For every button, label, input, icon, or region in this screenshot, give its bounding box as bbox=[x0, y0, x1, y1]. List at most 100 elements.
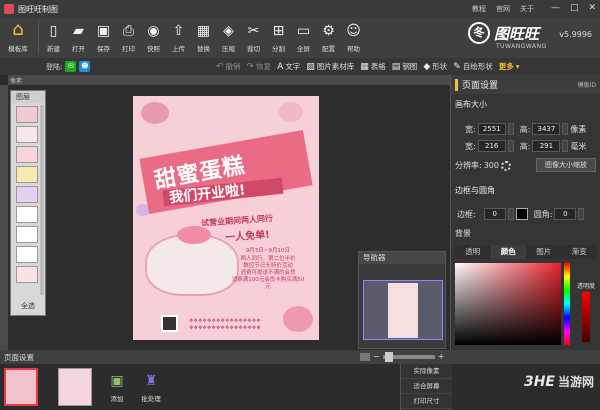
radius-stepper[interactable] bbox=[578, 208, 585, 220]
layers-scrollbar[interactable] bbox=[40, 105, 44, 295]
minimize-button[interactable]: — bbox=[551, 3, 560, 13]
template-library-button[interactable]: ⌂ 模板库 bbox=[0, 18, 36, 56]
page-thumbnail[interactable] bbox=[58, 368, 92, 406]
edit-tool-6[interactable]: ◆ 形状 bbox=[423, 61, 447, 72]
tab-gradient[interactable]: 渐变 bbox=[561, 245, 597, 259]
info-line[interactable]: 两人同行，第二位半价 bbox=[231, 256, 305, 263]
layer-item[interactable] bbox=[16, 106, 38, 123]
toolbar-button-printer[interactable]: ⎙ 打印 bbox=[116, 18, 141, 56]
qq-login-icon[interactable]: ☻ bbox=[79, 61, 91, 72]
poster-footer[interactable]: ❖❖❖❖❖❖❖❖❖❖❖❖❖❖❖❖ ❖❖❖❖❖❖❖❖❖❖❖❖❖❖❖❖ bbox=[189, 318, 299, 332]
layer-item[interactable] bbox=[16, 226, 38, 243]
layer-item[interactable] bbox=[16, 126, 38, 143]
info-line[interactable]: 消费满100元会员卡购买满50元 bbox=[231, 277, 305, 291]
alpha-slider[interactable] bbox=[582, 292, 590, 342]
dpi-value[interactable]: 300 bbox=[484, 161, 499, 170]
more-button[interactable]: 更多 ▾ bbox=[499, 61, 520, 72]
zoom-in-icon[interactable]: + bbox=[438, 352, 445, 361]
tab-transparent[interactable]: 透明 bbox=[455, 245, 491, 259]
tool-label: 自绘形状 bbox=[462, 62, 493, 71]
info-line[interactable]: 消费可提送不满的会员 bbox=[231, 270, 305, 277]
page-settings-panel: 页面设置 模板ID 画布大小 宽: 2551 高: 3437 像素 宽: 216… bbox=[450, 75, 600, 350]
edit-tool-0[interactable]: ↶ 撤销 bbox=[216, 61, 241, 72]
gear-icon[interactable] bbox=[500, 160, 511, 171]
border-width-input[interactable]: 0 bbox=[483, 208, 506, 220]
border-stepper[interactable] bbox=[507, 208, 514, 220]
poster-page[interactable]: 甜蜜蛋糕 我们开业啦! 试营业期间两人同行 一人免单! 9月3日~9月10日 两… bbox=[133, 96, 319, 340]
close-button[interactable]: ✕ bbox=[588, 3, 596, 13]
tab-color[interactable]: 颜色 bbox=[490, 245, 526, 259]
select-all-button[interactable]: 全选 bbox=[11, 301, 45, 311]
print-size-button[interactable]: 打印尺寸 bbox=[401, 394, 452, 409]
toolbar-button-upload[interactable]: ⇧ 上传 bbox=[166, 18, 191, 56]
link-about[interactable]: 关于 bbox=[520, 4, 534, 14]
toolbar-button-split[interactable]: ⊞ 分割 bbox=[266, 18, 291, 56]
toolbar-button-camera[interactable]: ◉ 快照 bbox=[141, 18, 166, 56]
edit-tool-4[interactable]: ▦ 表格 bbox=[360, 61, 386, 72]
toolbar-button-fullscreen[interactable]: ▭ 全屏 bbox=[291, 18, 316, 56]
mm-height-stepper[interactable] bbox=[562, 140, 569, 152]
date-line[interactable]: 9月3日~9月10日 bbox=[231, 248, 305, 255]
layer-item[interactable] bbox=[16, 206, 38, 223]
batch-button[interactable]: ♜ 批处理 bbox=[136, 372, 166, 403]
toolbar-button-new-file[interactable]: ▯ 新建 bbox=[41, 18, 66, 56]
toolbar-button-save[interactable]: ▣ 保存 bbox=[91, 18, 116, 56]
toolbar-button-open-folder[interactable]: ▰ 打开 bbox=[66, 18, 91, 56]
layer-item[interactable] bbox=[16, 266, 38, 283]
pixel-height-input[interactable]: 3437 bbox=[532, 123, 561, 135]
zoom-out-icon[interactable]: − bbox=[373, 352, 380, 361]
radius-input[interactable]: 0 bbox=[554, 208, 577, 220]
navigator-viewport[interactable] bbox=[363, 280, 443, 340]
layer-item[interactable] bbox=[16, 186, 38, 203]
pixel-height-stepper[interactable] bbox=[562, 123, 569, 135]
cake-image[interactable] bbox=[145, 226, 239, 296]
tool-label: 形状 bbox=[432, 62, 448, 71]
border-color-swatch[interactable] bbox=[515, 208, 528, 220]
fit-screen-button[interactable]: 适合屏幕 bbox=[401, 379, 452, 394]
info-line[interactable]: 数控节日无特价活动 bbox=[231, 263, 305, 270]
wechat-login-icon[interactable]: ✉ bbox=[65, 61, 77, 72]
mm-height-input[interactable]: 291 bbox=[532, 140, 561, 152]
maximize-button[interactable]: □ bbox=[570, 3, 579, 13]
toolbar-button-compress[interactable]: ◈ 压缩 bbox=[216, 18, 241, 56]
width-label: 宽: bbox=[465, 141, 476, 151]
link-tutorial[interactable]: 教程 bbox=[472, 4, 486, 14]
zoom-knob[interactable] bbox=[384, 351, 393, 362]
actual-pixels-button[interactable]: 实际像素 bbox=[401, 364, 452, 379]
qr-code[interactable] bbox=[161, 315, 178, 332]
pixel-width-input[interactable]: 2551 bbox=[477, 123, 506, 135]
edit-tool-3[interactable]: ▨ 图片素材库 bbox=[306, 61, 354, 72]
edit-tool-7[interactable]: ✎ 自绘形状 bbox=[453, 61, 493, 72]
pixel-width-stepper[interactable] bbox=[507, 123, 514, 135]
edit-tool-1[interactable]: ↷ 恢复 bbox=[247, 61, 272, 72]
image-resize-button[interactable]: 图像大小缩放 bbox=[536, 158, 596, 172]
layer-item[interactable] bbox=[16, 166, 38, 183]
toolbar-button-help[interactable]: ☺ 帮助 bbox=[341, 18, 366, 56]
edit-tool-5[interactable]: ▤ 钢图 bbox=[392, 61, 418, 72]
add-icon: ▣ bbox=[110, 373, 124, 389]
mm-width-input[interactable]: 216 bbox=[477, 140, 506, 152]
zoom-slider[interactable] bbox=[382, 351, 435, 362]
layer-item[interactable] bbox=[16, 246, 38, 263]
layer-item[interactable] bbox=[16, 146, 38, 163]
ruler-unit-label: 像素 bbox=[10, 78, 23, 85]
toolbar-button-gear[interactable]: ⚙ 配置 bbox=[316, 18, 341, 56]
edit-tool-2[interactable]: A 文字 bbox=[277, 61, 300, 72]
brand-name: 图旺旺 bbox=[494, 25, 540, 43]
fullscreen-icon: ▭ bbox=[296, 23, 311, 39]
page-thumbnail[interactable] bbox=[4, 368, 38, 406]
color-picker-field[interactable] bbox=[455, 263, 561, 345]
toolbar-button-crop[interactable]: ✂ 裁切 bbox=[241, 18, 266, 56]
mm-width-stepper[interactable] bbox=[507, 140, 514, 152]
tab-image[interactable]: 图片 bbox=[526, 245, 562, 259]
hue-slider[interactable] bbox=[564, 263, 570, 345]
replace-icon: ▦ bbox=[196, 23, 211, 39]
zoom-fit-icon[interactable] bbox=[360, 352, 370, 361]
add-page-button[interactable]: ▣ 添加 bbox=[102, 372, 132, 403]
tool-icon: ↶ bbox=[216, 61, 224, 72]
tool-icon: A bbox=[277, 61, 284, 72]
link-website[interactable]: 官网 bbox=[496, 4, 510, 14]
toolbar-button-replace[interactable]: ▦ 替换 bbox=[191, 18, 216, 56]
macaron-decoration bbox=[141, 102, 169, 124]
tool-icon: ▨ bbox=[306, 61, 315, 72]
